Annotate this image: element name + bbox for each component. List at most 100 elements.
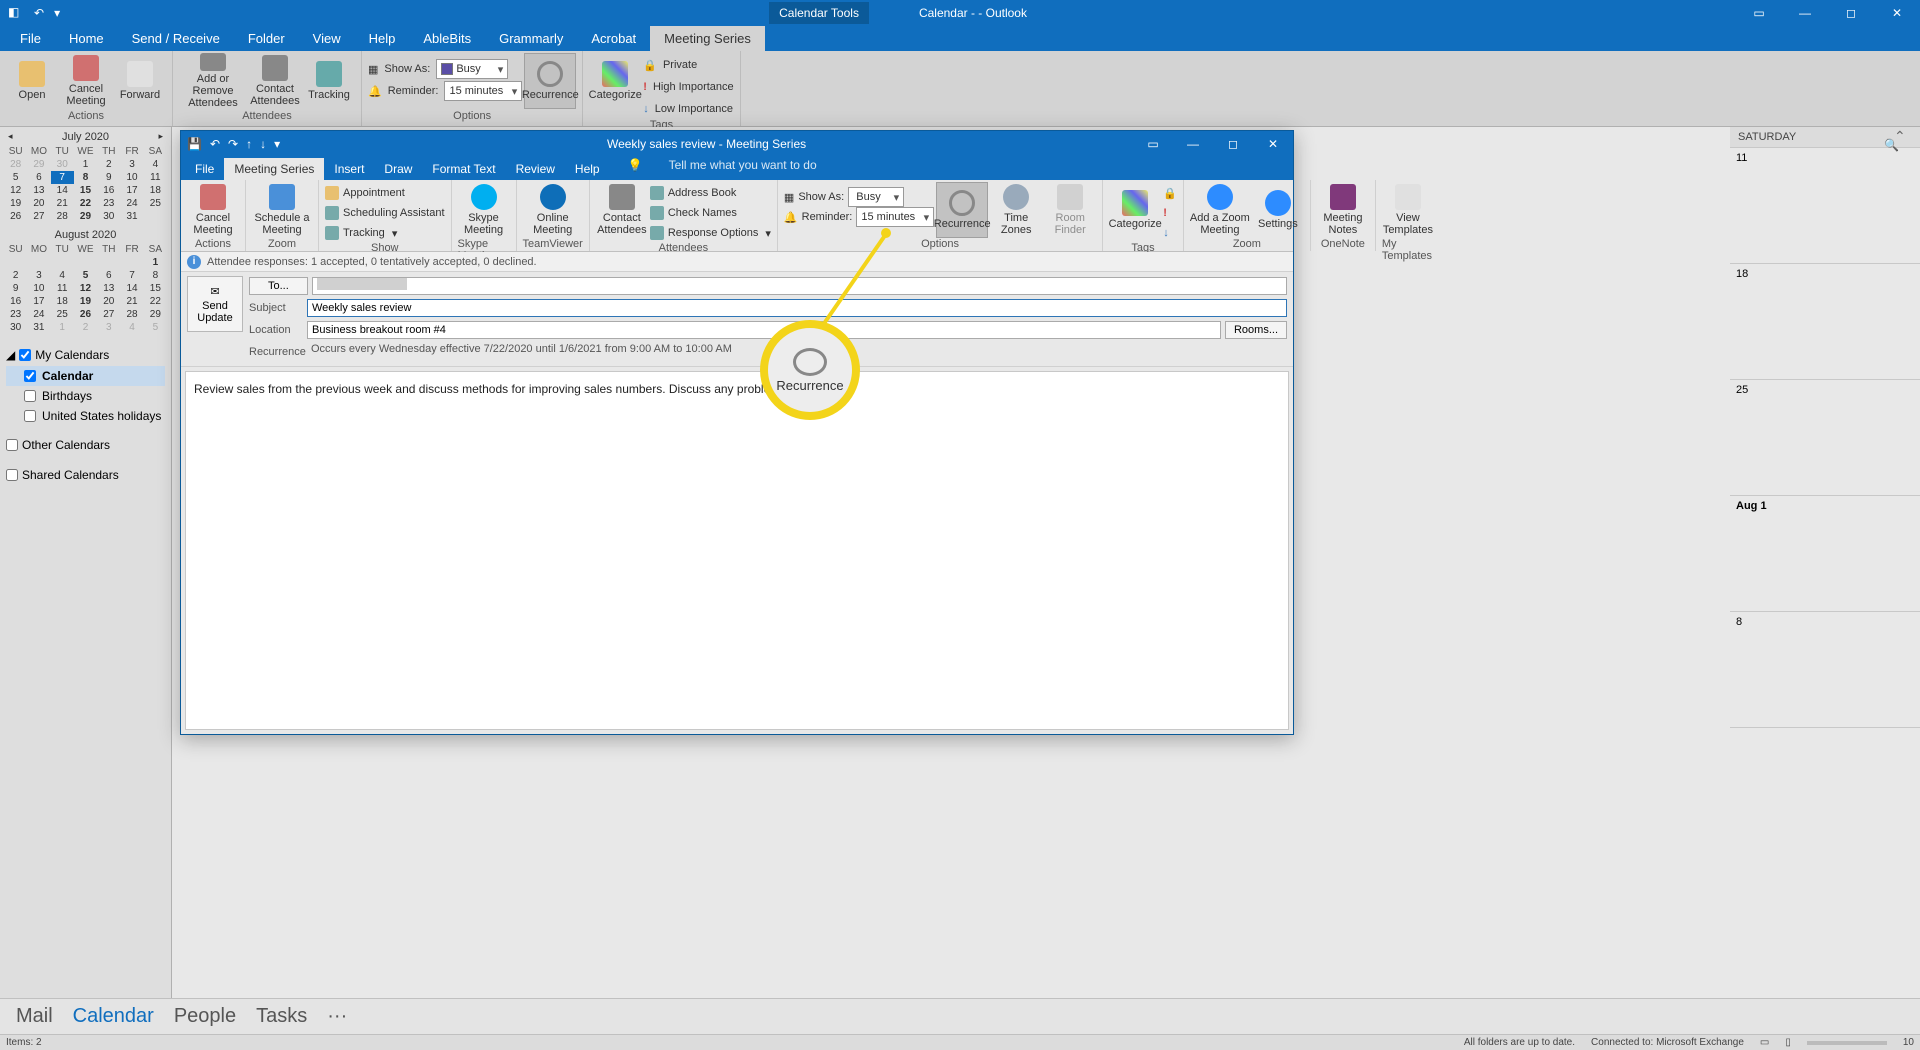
nav-calendar[interactable]: Calendar: [73, 1005, 154, 1028]
day-cell[interactable]: 18: [1730, 264, 1920, 380]
m-cancel-meeting[interactable]: Cancel Meeting: [187, 182, 239, 238]
nav-mail[interactable]: Mail: [16, 1005, 53, 1028]
tab-acrobat[interactable]: Acrobat: [577, 26, 650, 51]
maximize-icon[interactable]: ◻: [1828, 0, 1874, 25]
close-icon[interactable]: ✕: [1253, 131, 1293, 156]
open-button[interactable]: Open: [6, 53, 58, 109]
to-button[interactable]: To...: [249, 277, 308, 295]
mtab-insert[interactable]: Insert: [324, 158, 374, 180]
m-schedule-meeting[interactable]: Schedule a Meeting: [252, 182, 312, 238]
my-calendars-check[interactable]: [19, 349, 31, 361]
m-reminder-dropdown[interactable]: 15 minutes: [856, 207, 934, 227]
m-settings[interactable]: Settings: [1252, 182, 1304, 238]
m-check-names[interactable]: Check Names: [650, 204, 771, 222]
prev-month-icon[interactable]: ◂: [8, 131, 13, 142]
tab-view[interactable]: View: [299, 26, 355, 51]
tracking-button[interactable]: Tracking: [303, 53, 355, 109]
tab-send-receive[interactable]: Send / Receive: [118, 26, 234, 51]
m-recurrence-button[interactable]: Recurrence: [936, 182, 988, 238]
view-reading-icon[interactable]: ▯: [1785, 1037, 1791, 1048]
m-appointment-button[interactable]: Appointment: [325, 184, 445, 202]
m-meeting-notes[interactable]: Meeting Notes: [1317, 182, 1369, 238]
subject-input[interactable]: [307, 299, 1287, 317]
ribbon-display-icon[interactable]: ▭: [1736, 0, 1782, 25]
undo-icon[interactable]: ↶: [34, 6, 44, 20]
redo-icon[interactable]: ↷: [228, 137, 238, 151]
nav-more-icon[interactable]: ···: [327, 1005, 347, 1028]
m-response-options[interactable]: Response Options ▾: [650, 224, 771, 242]
m-add-zoom[interactable]: Add a Zoom Meeting: [1190, 182, 1250, 238]
day-cell[interactable]: 25: [1730, 380, 1920, 496]
rooms-button[interactable]: Rooms...: [1225, 321, 1287, 339]
m-tracking[interactable]: Tracking ▾: [325, 224, 445, 242]
tab-folder[interactable]: Folder: [234, 26, 299, 51]
zoom-slider[interactable]: [1807, 1041, 1887, 1045]
location-input[interactable]: [307, 321, 1221, 339]
mtab-help[interactable]: Help: [565, 158, 610, 180]
shared-calendars-header[interactable]: Shared Calendars: [6, 464, 165, 486]
search-icon[interactable]: 🔍: [1884, 138, 1902, 156]
meeting-body[interactable]: Review sales from the previous week and …: [185, 371, 1289, 730]
high-importance-toggle[interactable]: !High Importance: [643, 77, 733, 97]
m-view-templates[interactable]: View Templates: [1382, 182, 1434, 238]
calendar-item-calendar[interactable]: Calendar: [6, 366, 165, 386]
m-low[interactable]: ↓: [1163, 224, 1177, 242]
m-online-meeting[interactable]: Online Meeting: [527, 182, 579, 238]
minicalendar-july[interactable]: ◂July 2020▸ SUMOTUWETHFRSA 2829301234 56…: [0, 127, 171, 225]
tab-grammarly[interactable]: Grammarly: [485, 26, 577, 51]
mtab-draw[interactable]: Draw: [374, 158, 422, 180]
close-icon[interactable]: ✕: [1874, 0, 1920, 25]
day-cell[interactable]: 8: [1730, 612, 1920, 728]
m-skype-meeting[interactable]: Skype Meeting: [458, 182, 510, 238]
tab-help[interactable]: Help: [355, 26, 410, 51]
prev-item-icon[interactable]: ↑: [246, 137, 252, 151]
showas-dropdown[interactable]: Busy: [436, 59, 508, 79]
categorize-button[interactable]: Categorize: [589, 53, 641, 109]
ribbon-display-icon[interactable]: ▭: [1133, 131, 1173, 156]
mtab-review[interactable]: Review: [506, 158, 565, 180]
minimize-icon[interactable]: —: [1173, 131, 1213, 156]
tell-me-search[interactable]: 💡Tell me what you want to do: [610, 150, 835, 180]
m-high[interactable]: !: [1163, 204, 1177, 222]
m-categorize[interactable]: Categorize: [1109, 182, 1161, 238]
mtab-meeting-series[interactable]: Meeting Series: [224, 158, 324, 180]
private-toggle[interactable]: 🔒Private: [643, 55, 733, 75]
calendar-tools-tab[interactable]: Calendar Tools: [769, 2, 869, 24]
day-cell[interactable]: Aug 1: [1730, 496, 1920, 612]
tab-meeting-series[interactable]: Meeting Series: [650, 26, 765, 51]
mtab-file[interactable]: File: [185, 158, 224, 180]
save-icon[interactable]: 💾: [187, 137, 202, 151]
recurrence-button[interactable]: Recurrence: [524, 53, 576, 109]
other-calendars-header[interactable]: Other Calendars: [6, 434, 165, 456]
calendar-item-holidays[interactable]: United States holidays: [6, 406, 165, 426]
minicalendar-august[interactable]: August 2020 SUMOTUWETHFRSA 1 2345678 910…: [0, 225, 171, 336]
forward-button[interactable]: Forward: [114, 53, 166, 109]
send-update-button[interactable]: ✉ Send Update: [187, 276, 243, 332]
reminder-dropdown[interactable]: 15 minutes: [444, 81, 522, 101]
next-item-icon[interactable]: ↓: [260, 137, 266, 151]
contact-attendees-button[interactable]: Contact Attendees: [249, 53, 301, 109]
m-room-finder[interactable]: Room Finder: [1044, 182, 1096, 238]
my-calendars-header[interactable]: ◢My Calendars: [6, 344, 165, 366]
nav-tasks[interactable]: Tasks: [256, 1005, 307, 1028]
m-address-book[interactable]: Address Book: [650, 184, 771, 202]
calendar-item-birthdays[interactable]: Birthdays: [6, 386, 165, 406]
m-private[interactable]: 🔒: [1163, 184, 1177, 202]
low-importance-toggle[interactable]: ↓Low Importance: [643, 99, 733, 119]
nav-people[interactable]: People: [174, 1005, 236, 1028]
minimize-icon[interactable]: —: [1782, 0, 1828, 25]
m-contact-attendees[interactable]: Contact Attendees: [596, 182, 648, 238]
tab-ablebits[interactable]: AbleBits: [409, 26, 485, 51]
day-cell[interactable]: 11: [1730, 148, 1920, 264]
m-scheduling-assistant[interactable]: Scheduling Assistant: [325, 204, 445, 222]
maximize-icon[interactable]: ◻: [1213, 131, 1253, 156]
undo-icon[interactable]: ↶: [210, 137, 220, 151]
m-showas-dropdown[interactable]: Busy: [848, 187, 904, 207]
m-time-zones[interactable]: Time Zones: [990, 182, 1042, 238]
tab-home[interactable]: Home: [55, 26, 118, 51]
tab-file[interactable]: File: [6, 26, 55, 51]
mtab-format-text[interactable]: Format Text: [422, 158, 505, 180]
to-field[interactable]: [312, 277, 1287, 295]
next-area-icon[interactable]: ▸: [158, 131, 163, 142]
view-normal-icon[interactable]: ▭: [1760, 1037, 1769, 1048]
